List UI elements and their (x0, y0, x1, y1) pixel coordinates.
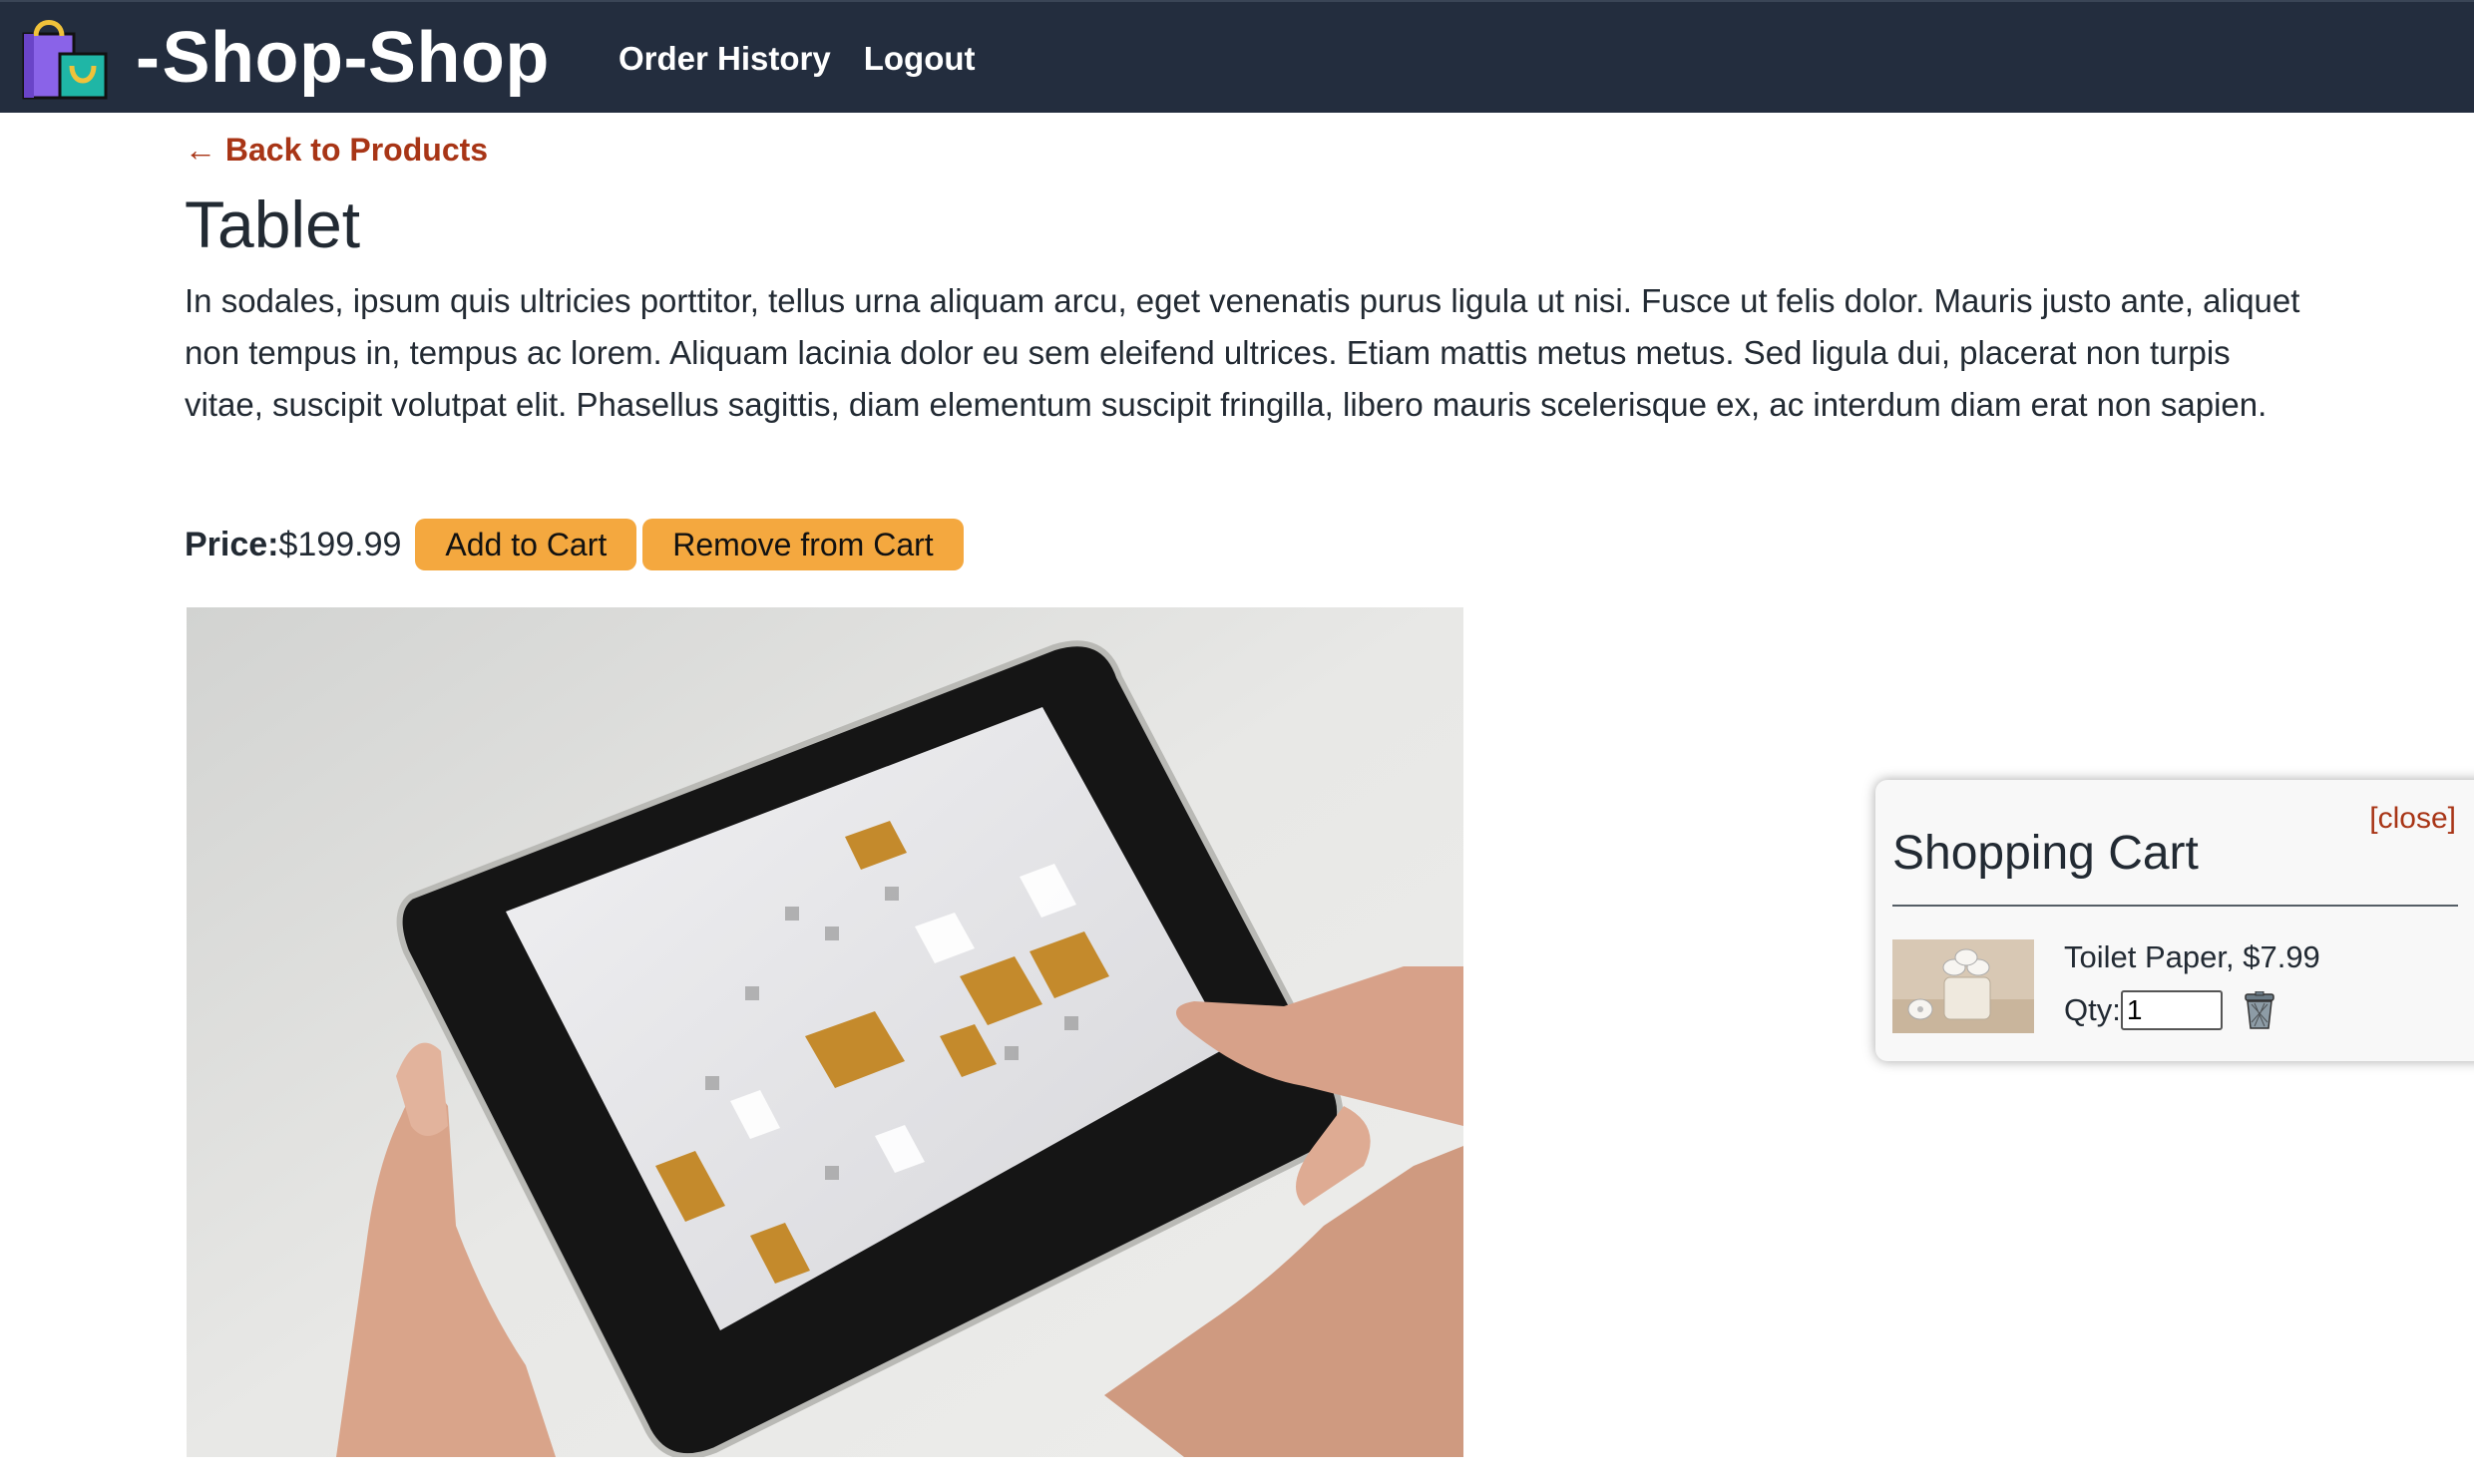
shopping-cart-panel: [close] Shopping Cart Toilet Paper, $7.9… (1875, 780, 2474, 1061)
cart-qty-row: Qty: (2064, 989, 2276, 1031)
nav-logout-link[interactable]: Logout (864, 40, 976, 78)
price-row: Price: $199.99 Add to Cart Remove from C… (185, 519, 970, 570)
cart-title: Shopping Cart (1892, 827, 2199, 880)
add-to-cart-button[interactable]: Add to Cart (415, 519, 637, 570)
price-value: $199.99 (278, 525, 402, 563)
main-nav: Order History Logout (618, 2, 1009, 115)
toilet-paper-photo (1892, 939, 2034, 1033)
trash-icon[interactable] (2243, 991, 2276, 1029)
price-label: Price: (185, 525, 279, 563)
shopping-bags-icon (22, 20, 108, 100)
qty-input[interactable] (2120, 990, 2223, 1030)
nav-order-history-link[interactable]: Order History (618, 40, 831, 78)
top-navbar: - Shop-Shop Order History Logout (0, 0, 2474, 113)
product-title: Tablet (185, 187, 361, 261)
brand[interactable]: - Shop-Shop (22, 16, 550, 100)
product-description: In sodales, ipsum quis ultricies porttit… (185, 282, 2300, 423)
tablet-photo (187, 607, 1463, 1457)
cart-divider (1892, 905, 2458, 907)
remove-from-cart-button[interactable]: Remove from Cart (642, 519, 964, 570)
brand-name: Shop-Shop (162, 18, 550, 98)
cart-close-link[interactable]: [close] (2369, 802, 2456, 836)
brand-dash: - (136, 18, 161, 98)
qty-label: Qty: (2064, 992, 2121, 1027)
cart-item-name: Toilet Paper, $7.99 (2064, 939, 2320, 974)
product-image (187, 607, 1463, 1457)
back-to-products-link[interactable]: ← Back to Products (185, 132, 488, 169)
